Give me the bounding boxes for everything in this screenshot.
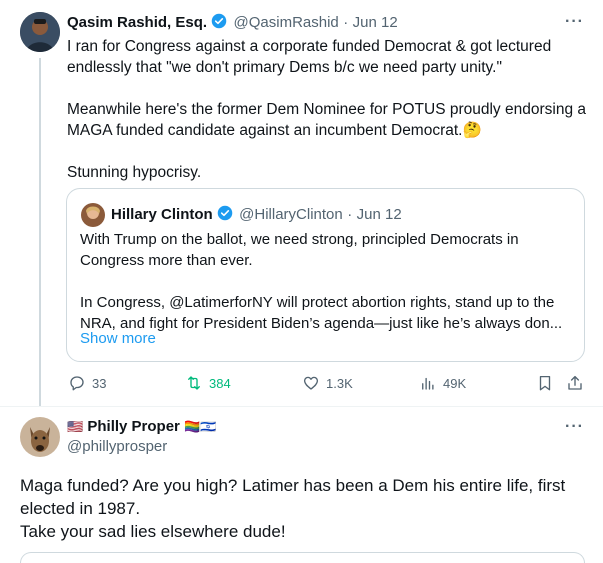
quote-author-avatar: [81, 203, 105, 227]
reply-line: Maga funded? Are you high? Latimer has b…: [20, 476, 566, 495]
tweet-line: I ran for Congress against a corporate f…: [67, 38, 552, 55]
reply-line: Take your sad lies elsewhere dude!: [20, 522, 286, 541]
quote-date: Jun 12: [356, 206, 402, 223]
reply-flag-us: 🇺🇸: [67, 419, 84, 434]
author-handle[interactable]: @QasimRashid: [234, 14, 339, 31]
like-icon: [303, 376, 319, 390]
separator-dot: ·: [347, 206, 353, 223]
reply-text: Maga funded? Are you high? Latimer has b…: [20, 474, 565, 543]
quote-line: [80, 271, 562, 292]
quote-line: Congress more than ever.: [80, 252, 253, 269]
reply-author-avatar[interactable]: [20, 417, 60, 457]
repost-icon: [188, 376, 200, 390]
quote-line: With Trump on the ballot, we need strong…: [80, 231, 519, 248]
reply-icon: [70, 376, 84, 391]
reply-author-handle[interactable]: @phillyprosper: [67, 438, 167, 455]
repost-count: 384: [209, 375, 231, 391]
quote-text: With Trump on the ballot, we need strong…: [80, 229, 562, 334]
tweet-line: [67, 78, 586, 99]
tweet-line: Meanwhile here's the former Dem Nominee …: [67, 101, 586, 118]
divider: [0, 406, 603, 407]
show-more-link[interactable]: Show more: [80, 330, 156, 347]
author-avatar-image: [20, 12, 60, 52]
verified-icon: [217, 205, 233, 221]
reply-flags: 🏳️‍🌈🇮🇱: [184, 419, 217, 434]
tweet-line: Stunning hypocrisy.: [67, 164, 202, 181]
views-button[interactable]: 49K: [419, 374, 466, 392]
thread-line: [39, 58, 41, 406]
tweet-date[interactable]: Jun 12: [353, 14, 398, 31]
like-count: 1.3K: [326, 375, 353, 391]
views-count: 49K: [443, 375, 467, 391]
reply-header: 🇺🇸 Philly Proper 🏳️‍🌈🇮🇱: [67, 418, 216, 435]
more-icon[interactable]: ···: [565, 418, 584, 436]
quote-author-name: Hillary Clinton: [111, 206, 213, 223]
separator-dot: ·: [343, 14, 349, 31]
repost-button[interactable]: 384: [185, 374, 231, 392]
author-avatar[interactable]: [20, 12, 60, 52]
verified-icon: [211, 13, 227, 29]
reply-count: 33: [92, 375, 107, 391]
more-icon[interactable]: ···: [565, 13, 584, 31]
reply-avatar-image: [20, 417, 60, 457]
quote-tweet-card[interactable]: Hillary Clinton @HillaryClinton · Jun 12…: [66, 188, 585, 362]
author-name[interactable]: Qasim Rashid, Esq.: [67, 14, 207, 31]
views-icon: [422, 377, 434, 390]
tweet-line: MAGA funded candidate against an incumbe…: [67, 122, 482, 139]
tweet-text: I ran for Congress against a corporate f…: [67, 36, 586, 183]
quote-line: In Congress, @LatimerforNY will protect …: [80, 294, 555, 311]
tweet-header: Qasim Rashid, Esq. @QasimRashid · Jun 12: [67, 13, 398, 32]
reply-author-name[interactable]: Philly Proper: [87, 418, 180, 435]
reply-button[interactable]: 33: [68, 374, 106, 392]
next-card-edge: [20, 552, 585, 563]
tweet-line: [67, 141, 586, 162]
reply-line: elected in 1987.: [20, 499, 141, 518]
like-button[interactable]: 1.3K: [302, 374, 353, 392]
tweet-line: endlessly that "we don't primary Dems b/…: [67, 59, 502, 76]
bookmark-icon[interactable]: [536, 374, 554, 392]
quote-author-handle: @HillaryClinton: [239, 206, 343, 223]
quote-header: Hillary Clinton @HillaryClinton · Jun 12: [111, 205, 402, 224]
share-icon[interactable]: [566, 374, 584, 392]
